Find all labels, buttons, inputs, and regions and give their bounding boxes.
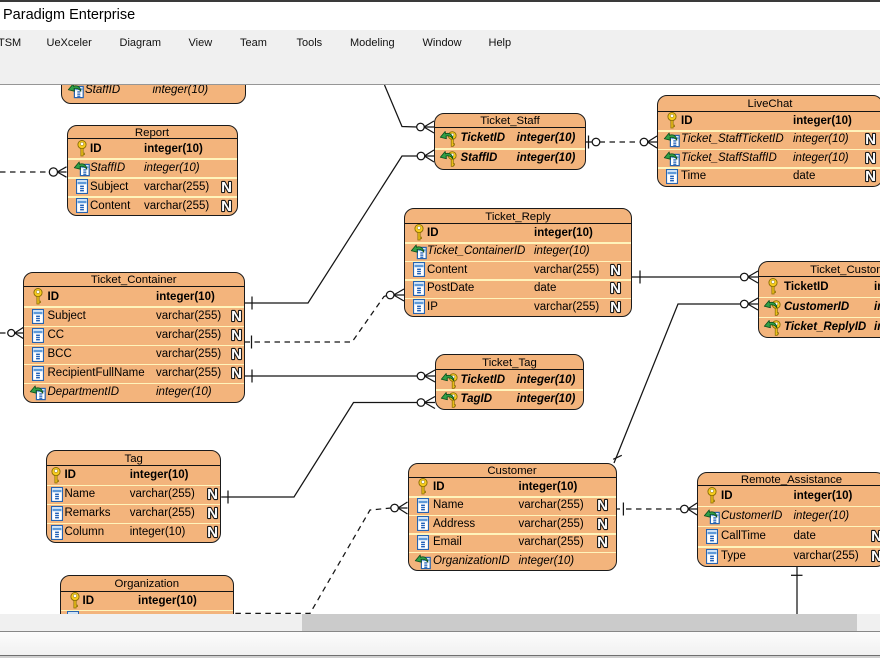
svg-text:N: N <box>597 517 608 531</box>
svg-text:N: N <box>231 328 242 342</box>
svg-text:N: N <box>207 487 218 501</box>
svg-text:N: N <box>207 506 218 520</box>
svg-text:N: N <box>865 151 876 165</box>
svg-text:N: N <box>610 300 621 314</box>
svg-text:N: N <box>597 498 608 512</box>
svg-text:N: N <box>865 132 876 146</box>
svg-text:N: N <box>597 535 608 549</box>
svg-text:N: N <box>610 281 621 295</box>
svg-text:N: N <box>871 549 880 563</box>
svg-text:N: N <box>610 263 621 277</box>
svg-text:N: N <box>865 169 876 183</box>
svg-text:N: N <box>231 347 242 361</box>
svg-text:N: N <box>871 529 880 543</box>
svg-text:N: N <box>207 525 218 539</box>
svg-text:N: N <box>221 199 232 213</box>
svg-text:N: N <box>231 366 242 380</box>
svg-text:N: N <box>231 309 242 323</box>
svg-text:N: N <box>221 180 232 194</box>
